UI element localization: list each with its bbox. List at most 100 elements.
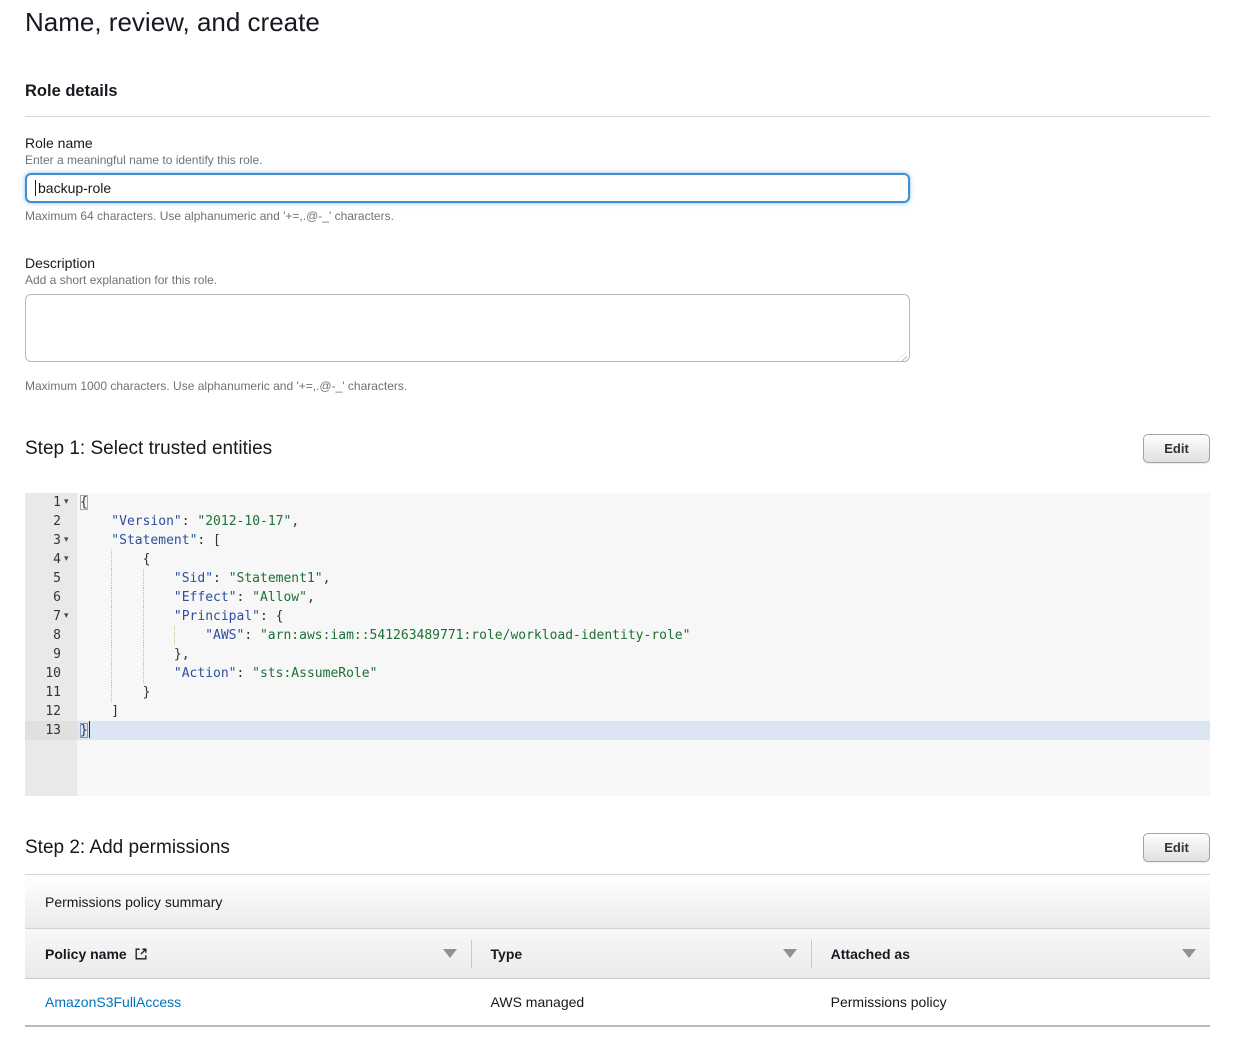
code-token: : [182,514,198,529]
code-line-3[interactable]: 3▾ "Statement": [ [25,531,1210,550]
description-textarea[interactable] [25,294,910,362]
code-token: ] [111,704,119,719]
step1-edit-button[interactable]: Edit [1143,434,1210,463]
sort-dropdown-icon[interactable] [443,949,457,958]
gutter-line-12[interactable]: 12 [25,702,77,721]
code-line-6[interactable]: 6"Effect": "Allow", [25,588,1210,607]
gutter-line-4[interactable]: 4▾ [25,550,77,569]
code-content: { [77,550,1210,569]
code-content: "AWS": "arn:aws:iam::541263489771:role/w… [77,626,1210,645]
line-number: 11 [25,683,64,702]
code-token: , [323,571,331,586]
code-content: } [77,683,1210,702]
code-token: : [237,666,253,681]
indent [80,626,111,645]
gutter-line-13[interactable]: 13 [25,721,77,740]
code-token: "Statement" [111,533,197,548]
fold-arrow-icon[interactable]: ▾ [64,607,77,626]
column-label: Attached as [831,946,910,962]
code-line-13[interactable]: 13} [25,721,1210,740]
code-token: "2012-10-17" [197,514,291,529]
page-title: Name, review, and create [25,7,1210,37]
indent-guide [111,683,142,702]
indent-guide [111,607,142,626]
editor-cursor [89,721,90,738]
gutter-line-7[interactable]: 7▾ [25,607,77,626]
code-token: "Version" [111,514,181,529]
code-token: } [143,685,151,700]
line-number: 1 [25,493,64,512]
fold-arrow-icon[interactable]: ▾ [64,531,77,550]
column-header-policy-name[interactable]: Policy name [25,929,471,978]
code-token: "Statement1" [229,571,323,586]
gutter-line-11[interactable]: 11 [25,683,77,702]
code-token: }, [174,647,190,662]
code-line-1[interactable]: 1▾{ [25,493,1210,512]
gutter-line-1[interactable]: 1▾ [25,493,77,512]
code-line-11[interactable]: 11} [25,683,1210,702]
indent [80,512,111,531]
gutter-line-9[interactable]: 9 [25,645,77,664]
step1-header: Step 1: Select trusted entities Edit [25,434,1210,463]
cell-attached-as: Permissions policy [811,979,1210,1025]
line-number: 10 [25,664,64,683]
step2-edit-button[interactable]: Edit [1143,833,1210,862]
role-details-divider [25,116,1210,117]
code-content: }, [77,645,1210,664]
sort-dropdown-icon[interactable] [783,949,797,958]
code-line-4[interactable]: 4▾ { [25,550,1210,569]
code-line-9[interactable]: 9}, [25,645,1210,664]
code-token: "AWS" [205,628,244,643]
indent [80,531,111,550]
page: Name, review, and create Role details Ro… [0,7,1242,1047]
column-label-wrap: Attached as [831,946,910,962]
fold-spacer [64,588,77,607]
gutter-line-3[interactable]: 3▾ [25,531,77,550]
column-header-attached-as[interactable]: Attached as [811,929,1210,978]
role-name-help: Enter a meaningful name to identify this… [25,153,1210,168]
role-name-input-wrap [25,173,910,203]
gutter-line-6[interactable]: 6 [25,588,77,607]
code-token: "Principal" [174,609,260,624]
fold-arrow-icon[interactable]: ▾ [64,550,77,569]
fold-arrow-icon[interactable]: ▾ [64,493,77,512]
line-number: 8 [25,626,64,645]
role-name-input[interactable] [25,173,910,203]
indent [80,645,111,664]
code-content: ] [77,702,1210,721]
code-line-2[interactable]: 2 "Version": "2012-10-17", [25,512,1210,531]
description-label: Description [25,255,1210,272]
code-line-12[interactable]: 12] [25,702,1210,721]
indent [80,607,111,626]
indent [80,588,111,607]
permissions-table-header: Policy nameType Attached as [25,929,1210,979]
table-row: AmazonS3FullAccessAWS managedPermissions… [25,979,1210,1027]
role-name-constraint: Maximum 64 characters. Use alphanumeric … [25,209,1210,224]
indent [80,550,111,569]
column-header-type[interactable]: Type [471,929,811,978]
fold-spacer [64,683,77,702]
fold-spacer [64,664,77,683]
fold-spacer [64,512,77,531]
indent-guide [111,626,142,645]
code-token: : { [260,609,283,624]
description-textarea-wrap [25,294,910,367]
code-token: "Sid" [174,571,213,586]
code-line-5[interactable]: 5"Sid": "Statement1", [25,569,1210,588]
gutter-line-2[interactable]: 2 [25,512,77,531]
policy-link[interactable]: AmazonS3FullAccess [45,994,181,1010]
code-line-8[interactable]: 8 "AWS": "arn:aws:iam::541263489771:role/… [25,626,1210,645]
trust-policy-editor[interactable]: 1▾{2"Version": "2012-10-17",3▾"Statement… [25,493,1210,796]
code-line-10[interactable]: 10"Action": "sts:AssumeRole" [25,664,1210,683]
step2-heading: Step 2: Add permissions [25,836,230,859]
code-token: : [ [197,533,220,548]
gutter-line-5[interactable]: 5 [25,569,77,588]
code-token: { [143,552,151,567]
panel-title: Permissions policy summary [25,875,1210,929]
code-token: } [80,723,88,738]
gutter-line-8[interactable]: 8 [25,626,77,645]
code-token: , [291,514,299,529]
code-line-7[interactable]: 7▾ "Principal": { [25,607,1210,626]
sort-dropdown-icon[interactable] [1182,949,1196,958]
gutter-line-10[interactable]: 10 [25,664,77,683]
